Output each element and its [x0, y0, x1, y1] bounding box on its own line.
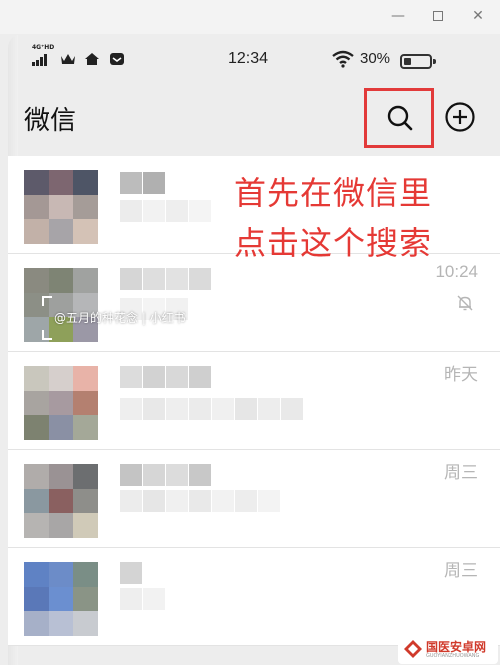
chat-row[interactable]: 昨天: [8, 352, 500, 450]
maximize-button[interactable]: [426, 6, 450, 26]
chat-time: 10:24: [435, 262, 478, 281]
site-logo: 国医安卓网 GUOYIANZHUOWANG: [398, 634, 498, 664]
logo-sub: GUOYIANZHUOWANG: [426, 653, 480, 659]
watermark: @五月的种花念 | 小红书: [42, 296, 202, 340]
chat-preview-blurred: [120, 490, 281, 512]
chat-preview-blurred: [120, 200, 212, 222]
message-icon: [110, 53, 124, 65]
avatar: [24, 464, 98, 538]
chat-name-blurred: [120, 366, 212, 388]
crown-icon: [61, 54, 75, 64]
annotation-line-2: 点击这个搜索: [234, 224, 433, 262]
mute-bell-icon: [457, 295, 473, 311]
watermark-text: @五月的种花念 | 小红书: [54, 311, 186, 325]
chat-name-blurred: [120, 172, 166, 194]
battery-level: [404, 58, 411, 65]
chat-row[interactable]: 周三: [8, 450, 500, 548]
plus-circle-icon[interactable]: [444, 101, 476, 133]
avatar: [24, 562, 98, 636]
battery-percent: 30%: [360, 50, 391, 67]
chat-time: 周三: [444, 561, 478, 580]
window-titlebar: — ✕: [0, 0, 500, 34]
chat-preview-blurred: [120, 588, 166, 610]
status-bar: 4G⁺HD 12:34 30%: [8, 44, 500, 74]
wifi-icon: [332, 50, 354, 68]
avatar: [24, 170, 98, 244]
app-title: 微信: [24, 106, 77, 136]
avatar: [24, 366, 98, 440]
chat-preview-blurred: [120, 398, 304, 420]
home-icon: [85, 53, 99, 65]
status-time: 12:34: [228, 50, 269, 67]
maximize-icon: [433, 11, 443, 21]
chat-time: 周三: [444, 463, 478, 482]
close-button[interactable]: ✕: [466, 6, 490, 26]
chat-name-blurred: [120, 268, 212, 290]
chat-name-blurred: [120, 464, 212, 486]
phone-screen: 4G⁺HD 12:34 30% 微信 10:24 昨天 周三 周三 首先在微信里…: [8, 34, 500, 665]
battery-tip: [433, 59, 436, 64]
annotation-line-1: 首先在微信里: [234, 174, 433, 212]
network-tag: 4G⁺HD: [32, 44, 55, 51]
search-icon[interactable]: [386, 104, 414, 132]
chat-name-blurred: [120, 562, 143, 584]
chat-time: 昨天: [444, 365, 478, 384]
chat-row[interactable]: 周三: [8, 548, 500, 646]
screenshot-root: — ✕ 4G⁺HD 12:34 30% 微信 10:24 昨天 周三 周三 首先…: [0, 0, 500, 665]
minimize-button[interactable]: —: [386, 6, 410, 26]
battery-icon: [400, 54, 432, 69]
logo-mark-icon: [404, 640, 422, 658]
